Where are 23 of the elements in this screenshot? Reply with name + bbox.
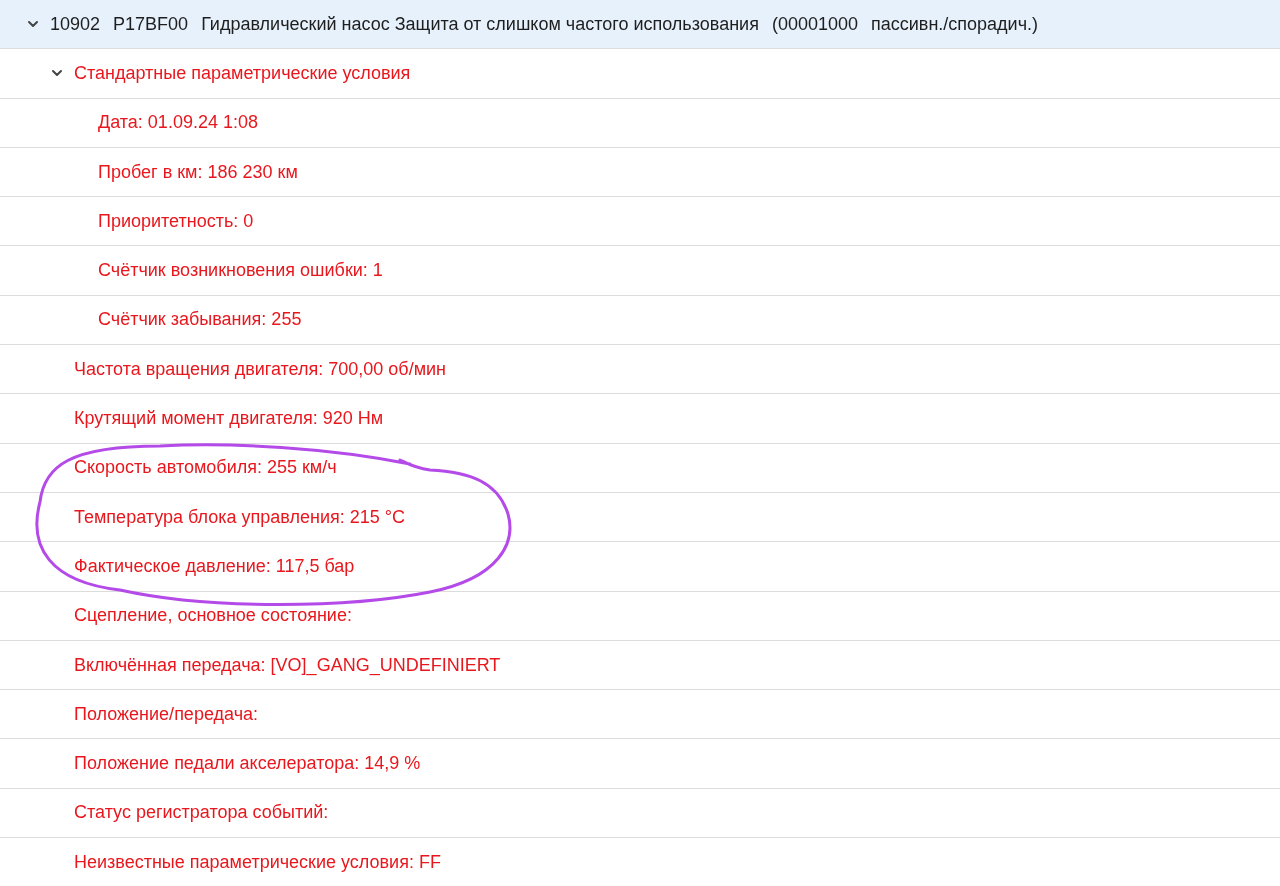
- parameter-text: Положение педали акселератора: 14,9 %: [74, 753, 421, 775]
- fault-field: пассивн./спорадич.): [871, 13, 1039, 35]
- parameter-text: Крутящий момент двигателя: 920 Нм: [74, 408, 384, 429]
- parameter-text: Пробег в км: 186 230 км: [98, 161, 298, 183]
- parameter-text: Положение/передача:: [74, 703, 259, 725]
- selected-tree-row[interactable]: 10902 P17BF00 Гидравлический насос Защита от слишком частого использования (00001000 пассивн./спорадич.): [0, 0, 1280, 50]
- parameter-text: Приоритетность: 0: [98, 210, 254, 232]
- parameter-text: Статус регистратора событий:: [74, 802, 329, 824]
- parameter-text: Сцепление, основное состояние:: [74, 605, 352, 627]
- parameter-text: Счётчик возникновения ошибки: 1: [98, 260, 383, 282]
- group-label: Стандартные параметрические условия: [74, 62, 411, 84]
- parameter-text: Счётчик забывания: 255: [98, 309, 302, 331]
- parameter-text: Дата: 01.09.24 1:08: [98, 112, 258, 134]
- parameter-text: Фактическое давление: 117,5 бар: [74, 555, 355, 577]
- parameter-text: Температура блока управления: 215 °C: [74, 506, 405, 528]
- fault-field: (00001000: [771, 13, 858, 35]
- fault-field: Гидравлический насос Защита от слишком частого использования: [201, 13, 759, 35]
- fault-field: 10902: [50, 13, 101, 35]
- parameter-text: Скорость автомобиля: 255 км/ч: [74, 457, 337, 479]
- parameter-text: Частота вращения двигателя: 700,00 об/мин: [74, 358, 447, 380]
- parameter-text: Включённая передача: [VO]_GANG_UNDEFINIERT: [74, 654, 501, 676]
- fault-field: P17BF00: [113, 13, 189, 35]
- parameter-text: Неизвестные параметрические условия: FF: [74, 851, 441, 873]
